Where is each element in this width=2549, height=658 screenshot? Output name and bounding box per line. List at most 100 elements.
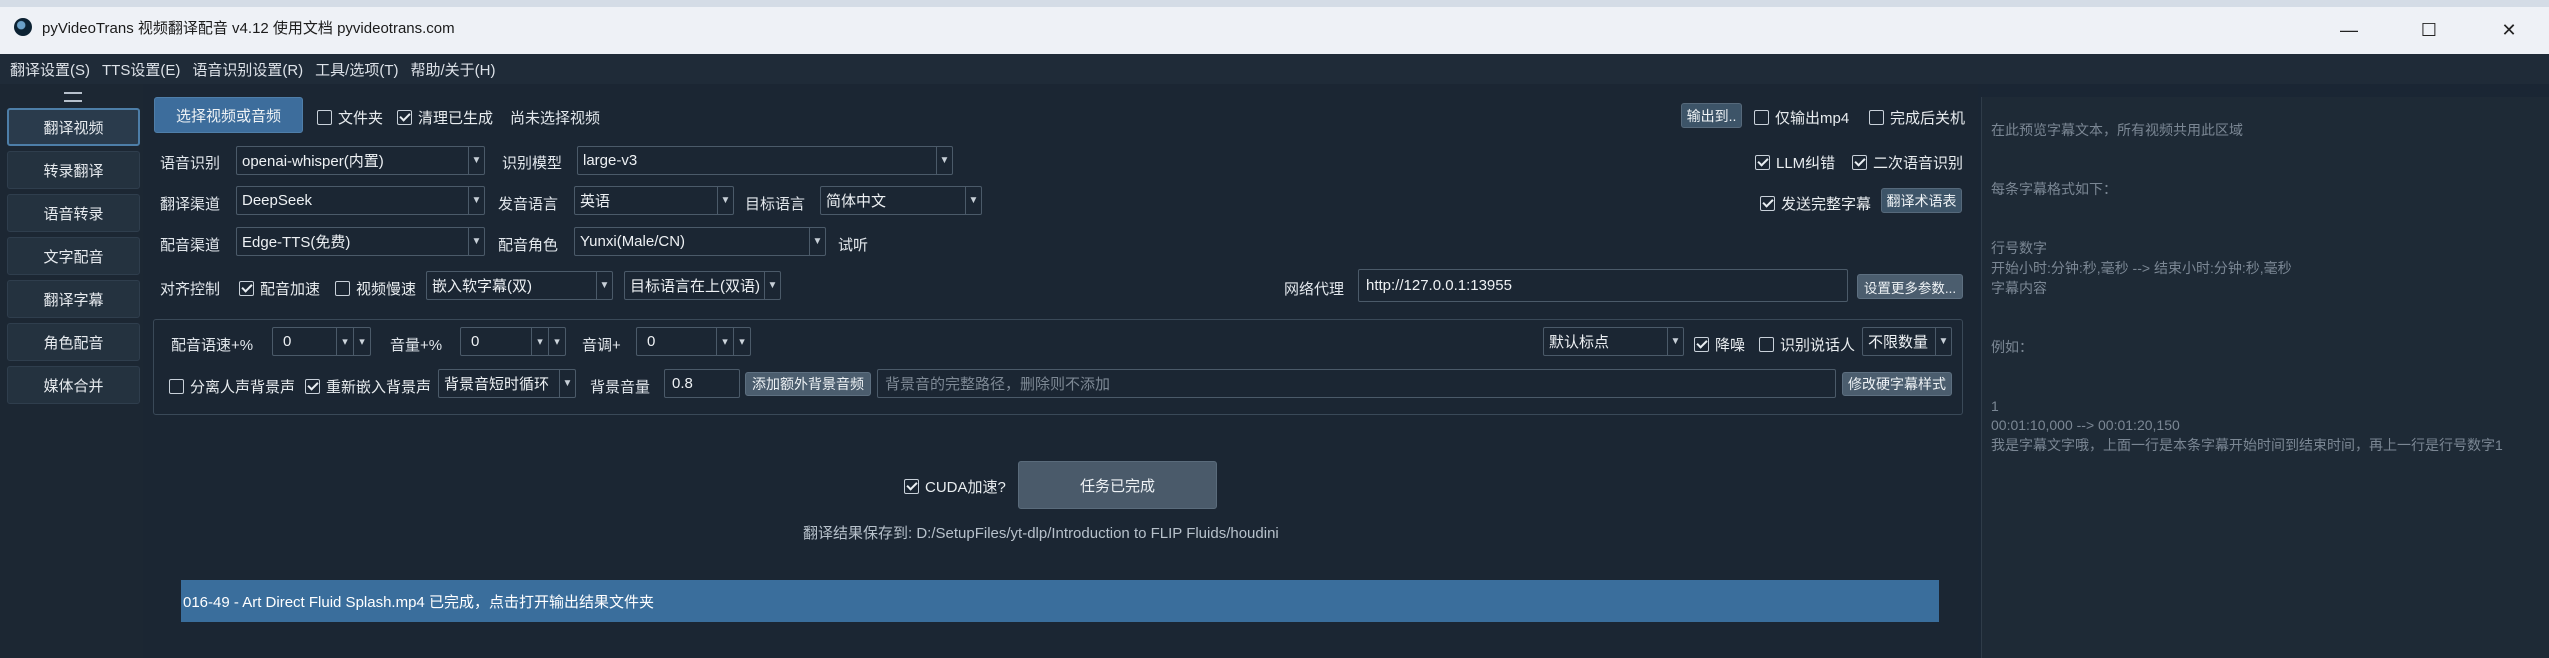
translate-channel-label: 翻译渠道 <box>160 196 221 213</box>
dub-speed-checkbox[interactable]: 配音加速 <box>239 278 320 299</box>
dub-channel-label: 配音渠道 <box>160 237 221 254</box>
source-lang-select[interactable]: 英语 ▼ <box>574 186 734 215</box>
translate-channel-select[interactable]: DeepSeek ▼ <box>236 186 485 215</box>
send-full-subtitle-checkbox[interactable]: 发送完整字幕 <box>1760 193 1871 214</box>
hard-subtitle-style-button[interactable]: 修改硬字幕样式 <box>1842 372 1952 396</box>
sidebar-item-translate-subtitle[interactable]: 翻译字幕 <box>7 280 140 318</box>
separate-bg-checkbox-box[interactable] <box>169 379 184 394</box>
reembed-bg-checkbox[interactable]: 重新嵌入背景声 <box>305 376 431 397</box>
bg-loop-select[interactable]: 背景音短时循环 ▼ <box>438 369 576 398</box>
subtitle-order-select[interactable]: 目标语言在上(双语) ▼ <box>624 271 781 300</box>
volume-stepper[interactable]: ▾ ▾ <box>531 328 565 355</box>
reembed-bg-label: 重新嵌入背景声 <box>326 379 432 396</box>
clean-checkbox[interactable]: 清理已生成 <box>397 107 493 128</box>
listen-link[interactable]: 试听 <box>838 234 868 255</box>
sidebar-item-translate-video[interactable]: 翻译视频 <box>7 108 140 146</box>
bg-volume-input[interactable]: 0.8 <box>664 369 740 398</box>
volume-spinbox[interactable]: 0 ▾ ▾ <box>460 327 566 356</box>
only-mp4-checkbox-box[interactable] <box>1754 110 1769 125</box>
preview-line <box>1991 298 2549 318</box>
preview-line <box>1991 160 2549 180</box>
menu-help[interactable]: 帮助/关于(H) <box>410 59 495 80</box>
sidebar-grip-icon[interactable] <box>64 92 82 102</box>
shutdown-checkbox[interactable]: 完成后关机 <box>1869 107 1965 128</box>
pitch-stepper[interactable]: ▾ ▾ <box>716 328 750 355</box>
llm-fix-checkbox-box[interactable] <box>1755 155 1770 170</box>
target-lang-select[interactable]: 简体中文 ▼ <box>820 186 982 215</box>
pitch-spinbox[interactable]: 0 ▾ ▾ <box>636 327 751 356</box>
speaker-count-select[interactable]: 不限数量 ▼ <box>1862 327 1952 356</box>
dub-channel-select[interactable]: Edge-TTS(免费) ▼ <box>236 227 485 256</box>
glossary-button[interactable]: 翻译术语表 <box>1881 188 1962 213</box>
asr-select[interactable]: openai-whisper(内置) ▼ <box>236 146 485 175</box>
rate-spinbox[interactable]: 0 ▾ ▾ <box>272 327 371 356</box>
folder-checkbox-box[interactable] <box>317 110 332 125</box>
stepper-down-icon[interactable]: ▾ <box>336 328 353 355</box>
subtitle-embed-select[interactable]: 嵌入软字幕(双) ▼ <box>426 271 613 300</box>
separate-bg-checkbox[interactable]: 分离人声背景声 <box>169 376 295 397</box>
second-asr-checkbox[interactable]: 二次语音识别 <box>1852 152 1963 173</box>
sidebar-item-role-dub[interactable]: 角色配音 <box>7 323 140 361</box>
punctuation-select[interactable]: 默认标点 ▼ <box>1543 327 1684 356</box>
sidebar: 翻译视频 转录翻译 语音转录 文字配音 翻译字幕 角色配音 媒体合并 <box>0 84 143 658</box>
second-asr-checkbox-box[interactable] <box>1852 155 1867 170</box>
chevron-down-icon: ▼ <box>764 272 780 299</box>
task-status-button[interactable]: 任务已完成 <box>1018 461 1217 509</box>
no-video-text: 尚未选择视频 <box>510 110 601 127</box>
task-status-bar[interactable]: 016-49 - Art Direct Fluid Splash.mp4 已完成… <box>181 580 1939 622</box>
reembed-bg-checkbox-box[interactable] <box>305 379 320 394</box>
stepper-up-icon[interactable]: ▾ <box>353 328 370 355</box>
speaker-checkbox[interactable]: 识别说话人 <box>1759 334 1855 355</box>
menu-asr-settings[interactable]: 语音识别设置(R) <box>192 59 303 80</box>
llm-fix-checkbox[interactable]: LLM纠错 <box>1755 152 1835 173</box>
proxy-input[interactable]: http://127.0.0.1:13955 <box>1358 269 1848 302</box>
sidebar-item-speech-transcribe[interactable]: 语音转录 <box>7 194 140 232</box>
folder-checkbox[interactable]: 文件夹 <box>317 107 383 128</box>
translate-channel-value: DeepSeek <box>242 192 313 209</box>
denoise-checkbox-box[interactable] <box>1694 337 1709 352</box>
chevron-down-icon: ▼ <box>468 147 484 174</box>
add-bg-audio-button[interactable]: 添加额外背景音频 <box>745 372 871 396</box>
close-button[interactable]: ✕ <box>2469 7 2549 54</box>
chevron-down-icon: ▼ <box>468 187 484 214</box>
cuda-checkbox-box[interactable] <box>904 479 919 494</box>
speaker-checkbox-box[interactable] <box>1759 337 1774 352</box>
bg-path-input[interactable]: 背景音的完整路径，删除则不添加 <box>877 369 1836 398</box>
select-video-button[interactable]: 选择视频或音频 <box>154 97 303 133</box>
sidebar-item-transcribe-translate[interactable]: 转录翻译 <box>7 151 140 189</box>
denoise-checkbox[interactable]: 降噪 <box>1694 334 1745 355</box>
clean-checkbox-box[interactable] <box>397 110 412 125</box>
preview-line <box>1991 141 2549 161</box>
speaker-count-value: 不限数量 <box>1868 334 1929 351</box>
cuda-checkbox[interactable]: CUDA加速? <box>904 476 1006 497</box>
rate-stepper[interactable]: ▾ ▾ <box>336 328 370 355</box>
stepper-down-icon[interactable]: ▾ <box>531 328 548 355</box>
save-path-note[interactable]: 翻译结果保存到: D:/SetupFiles/yt-dlp/Introducti… <box>803 522 1279 543</box>
sidebar-item-media-merge[interactable]: 媒体合并 <box>7 366 140 404</box>
menu-tts-settings[interactable]: TTS设置(E) <box>102 59 180 80</box>
speaker-label: 识别说话人 <box>1780 337 1856 354</box>
send-full-subtitle-checkbox-box[interactable] <box>1760 196 1775 211</box>
more-params-button[interactable]: 设置更多参数... <box>1857 274 1963 299</box>
menu-tools[interactable]: 工具/选项(T) <box>315 59 398 80</box>
dub-speed-checkbox-box[interactable] <box>239 281 254 296</box>
sidebar-item-text-dub[interactable]: 文字配音 <box>7 237 140 275</box>
preview-line: 例如： <box>1991 338 2033 355</box>
video-slow-checkbox-box[interactable] <box>335 281 350 296</box>
output-to-button[interactable]: 输出到.. <box>1681 103 1742 128</box>
minimize-button[interactable]: — <box>2309 7 2389 54</box>
role-select[interactable]: Yunxi(Male/CN) ▼ <box>574 227 826 256</box>
model-select[interactable]: large-v3 ▼ <box>577 146 953 175</box>
shutdown-checkbox-box[interactable] <box>1869 110 1884 125</box>
menu-translate-settings[interactable]: 翻译设置(S) <box>10 59 90 80</box>
only-mp4-checkbox[interactable]: 仅输出mp4 <box>1754 107 1849 128</box>
video-slow-checkbox[interactable]: 视频慢速 <box>335 278 416 299</box>
folder-checkbox-label: 文件夹 <box>338 110 384 127</box>
target-lang-value: 简体中文 <box>826 193 887 210</box>
subtitle-preview-textarea[interactable]: 在此预览字幕文本，所有视频共用此区域 每条字幕格式如下： 行号数字 开始小时:分钟… <box>1981 97 2549 658</box>
stepper-up-icon[interactable]: ▾ <box>548 328 565 355</box>
window-controls: — ☐ ✕ <box>2309 7 2549 54</box>
stepper-down-icon[interactable]: ▾ <box>716 328 733 355</box>
maximize-button[interactable]: ☐ <box>2389 7 2469 54</box>
stepper-up-icon[interactable]: ▾ <box>733 328 750 355</box>
